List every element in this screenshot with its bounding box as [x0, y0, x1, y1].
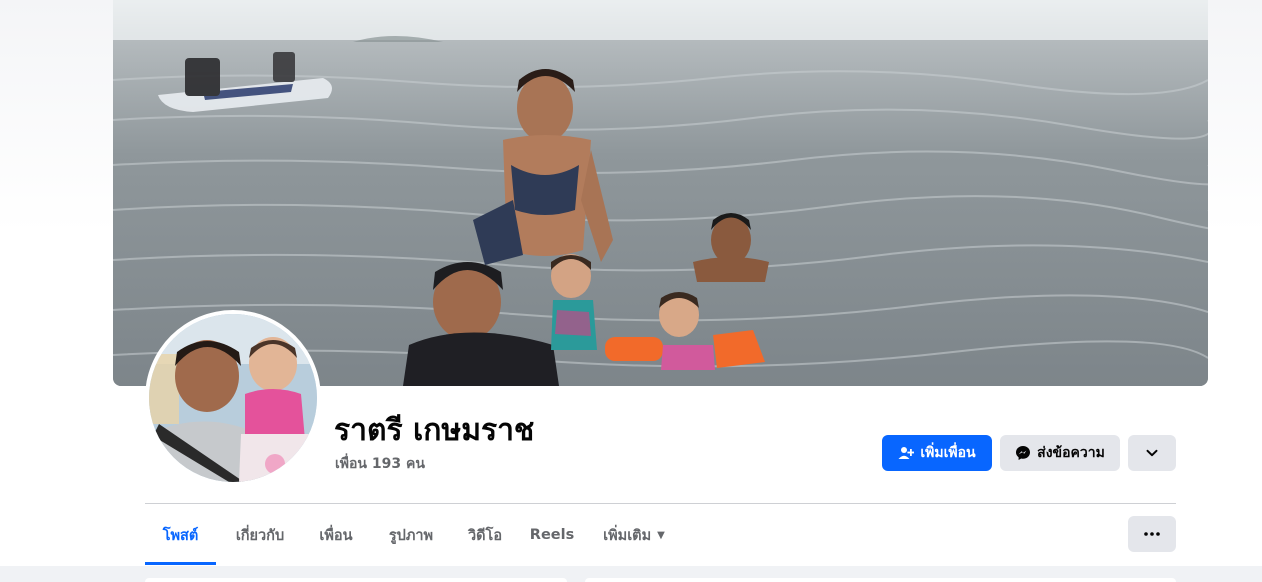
messenger-icon [1015, 445, 1031, 461]
active-tab-indicator [145, 562, 216, 565]
tab-posts[interactable]: โพสต์ [145, 505, 216, 565]
message-button[interactable]: ส่งข้อความ [1000, 435, 1120, 471]
tab-friends[interactable]: เพื่อน [305, 505, 367, 565]
expand-profile-actions-button[interactable] [1128, 435, 1176, 471]
avatar-image [149, 314, 317, 482]
more-options-button[interactable] [1128, 516, 1176, 552]
tab-label: โพสต์ [162, 527, 199, 544]
tab-label: รูปภาพ [388, 527, 434, 544]
caret-down-icon: ▼ [657, 529, 665, 541]
message-label: ส่งข้อความ [1037, 445, 1105, 461]
add-friend-button[interactable]: เพิ่มเพื่อน [882, 435, 992, 471]
friends-count-link[interactable]: เพื่อน 193 คน [335, 453, 425, 475]
tab-more[interactable]: เพิ่มเติม ▼ [589, 505, 679, 565]
tab-label: Reels [529, 527, 575, 543]
tab-label: เกี่ยวกับ [235, 527, 285, 544]
tab-label: วิดีโอ [467, 527, 503, 544]
tab-about[interactable]: เกี่ยวกับ [220, 505, 300, 565]
profile-picture[interactable] [145, 310, 321, 486]
more-horizontal-icon [1144, 532, 1160, 536]
intro-card-edge [145, 578, 567, 582]
chevron-down-icon [1145, 446, 1159, 460]
tab-videos[interactable]: วิดีโอ [455, 505, 515, 565]
tab-label: เพื่อน [319, 527, 353, 544]
tab-label: เพิ่มเติม [603, 527, 652, 544]
add-friend-label: เพิ่มเพื่อน [920, 445, 976, 461]
person-add-icon [898, 445, 915, 461]
tab-photos[interactable]: รูปภาพ [373, 505, 449, 565]
section-divider [145, 503, 1176, 504]
posts-card-edge [585, 578, 1176, 582]
avatar [149, 314, 317, 482]
profile-name: ราตรี เกษมราช [334, 413, 535, 448]
tab-reels[interactable]: Reels [521, 505, 583, 565]
